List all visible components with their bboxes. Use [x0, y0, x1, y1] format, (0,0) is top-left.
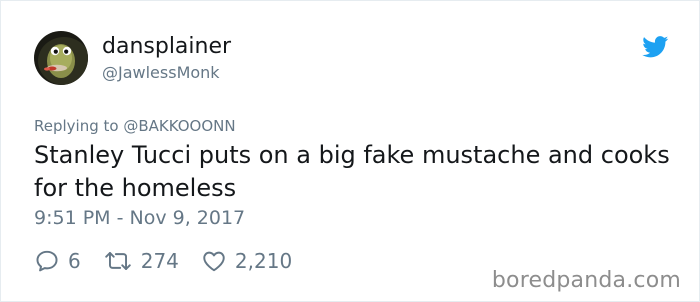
- retweet-count: 274: [140, 249, 179, 273]
- replying-to-label[interactable]: Replying to @BAKKOOONN: [34, 117, 236, 135]
- reply-button[interactable]: 6: [34, 248, 81, 274]
- tweet-card: dansplainer @JawlessMonk Replying to @BA…: [0, 0, 700, 302]
- tweet-timestamp[interactable]: 9:51 PM - Nov 9, 2017: [34, 207, 245, 229]
- like-button[interactable]: 2,210: [201, 248, 292, 274]
- twitter-bird-icon[interactable]: [642, 36, 669, 58]
- display-name[interactable]: dansplainer: [102, 34, 231, 59]
- retweet-button[interactable]: 274: [103, 248, 179, 274]
- heart-icon: [203, 251, 225, 272]
- reply-icon: [36, 250, 58, 272]
- reply-count: 6: [68, 249, 81, 273]
- user-handle[interactable]: @JawlessMonk: [102, 63, 220, 82]
- tweet-actions: 6 274 2,210: [34, 247, 314, 275]
- like-count: 2,210: [234, 249, 293, 273]
- watermark: boredpanda.com: [491, 268, 681, 293]
- tweet-text: Stanley Tucci puts on a big fake mustach…: [34, 141, 670, 202]
- avatar[interactable]: [34, 31, 88, 85]
- retweet-icon: [104, 252, 131, 270]
- turtle-avatar-icon: [34, 31, 88, 85]
